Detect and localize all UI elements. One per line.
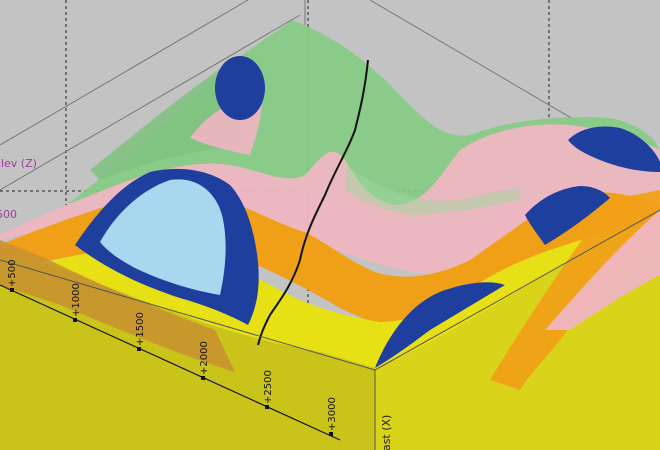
3d-viewport[interactable]: +500 +1000 +1500 +2000 +2500 +3000 Elev … (0, 0, 660, 450)
x-tick-marker (10, 288, 14, 292)
x-tick-marker (329, 432, 333, 436)
x-tick-marker (73, 318, 77, 322)
x-tick-label: +1500 (135, 312, 146, 346)
x-tick-marker (201, 376, 205, 380)
x-tick-label: +1000 (71, 283, 82, 317)
x-tick-marker (265, 405, 269, 409)
x-axis-label: East (X) (380, 415, 393, 450)
x-tick-label: +500 (7, 260, 18, 287)
geology-3d-scene[interactable]: +500 +1000 +1500 +2000 +2500 +3000 Elev … (0, 0, 660, 450)
x-tick-label: +2500 (263, 370, 274, 404)
blue-body-top (215, 56, 265, 120)
x-tick-marker (137, 347, 141, 351)
z-axis-tick-label: 500 (0, 208, 17, 221)
x-tick-label: +3000 (327, 397, 338, 431)
z-axis-label: Elev (Z) (0, 157, 37, 170)
x-tick-label: +2000 (199, 341, 210, 375)
